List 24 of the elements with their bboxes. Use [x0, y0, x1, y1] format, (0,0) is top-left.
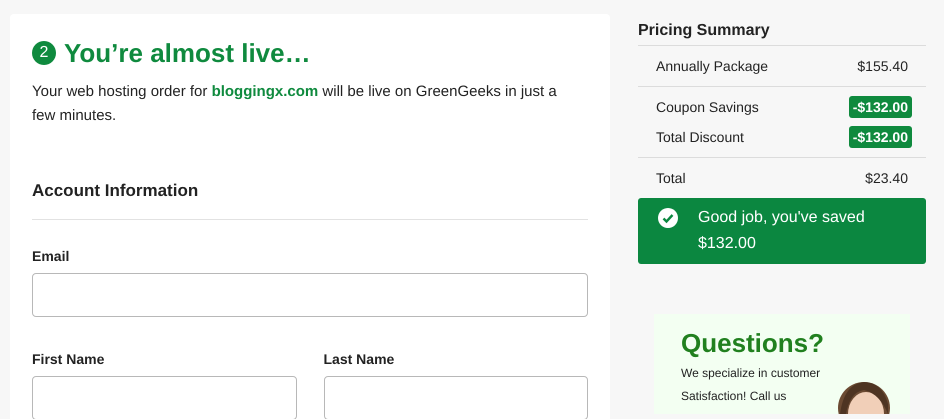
- price-amount: $23.40: [865, 168, 908, 188]
- discount-badge: -$132.00: [848, 96, 912, 118]
- input-field[interactable]: [32, 376, 296, 419]
- price-label: Coupon Savings: [656, 98, 759, 117]
- summary-title: Pricing Summary: [638, 14, 926, 46]
- price-label: Annually Package: [656, 56, 768, 76]
- step-title: You’re almost live…: [64, 37, 311, 70]
- banner-text: We specialize in customer: [681, 365, 820, 382]
- savings-message: Good job, you've saved $132.00: [698, 208, 866, 254]
- input-field[interactable]: [32, 272, 588, 316]
- price-label: Total: [656, 168, 686, 188]
- check-icon: [658, 208, 678, 228]
- order-message: Your web hosting order for bloggingx.com will be live on GreenGeeks in just a few minutes.: [32, 82, 558, 126]
- field-label: Last Name: [324, 350, 396, 368]
- field-label: First Name: [32, 350, 106, 368]
- section-heading: Account Information: [32, 178, 588, 220]
- field-label: Email: [32, 246, 70, 266]
- banner-title: Questions?: [681, 328, 824, 358]
- price-amount: $155.40: [857, 56, 908, 76]
- banner-text: Satisfaction! Call us: [681, 388, 786, 405]
- price-label: Total Discount: [656, 128, 744, 146]
- input-field[interactable]: [324, 376, 588, 419]
- step-number-badge: 2: [32, 41, 56, 65]
- discount-badge: -$132.00: [848, 126, 912, 148]
